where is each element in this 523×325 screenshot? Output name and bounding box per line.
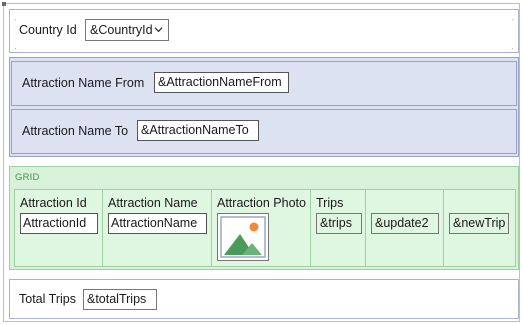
- grid-cell-attraction-id: Attraction Id AttractionId: [15, 190, 103, 266]
- corner-mark: ˏ: [14, 41, 17, 50]
- chevron-down-icon: [154, 27, 163, 33]
- resize-handle[interactable]: [2, 2, 6, 6]
- update-action[interactable]: &update2: [371, 213, 439, 234]
- corner-mark: ˎ: [14, 12, 17, 21]
- corner-mark: ˎ: [511, 41, 514, 50]
- attraction-photo-image[interactable]: [217, 213, 269, 261]
- grid-cell-new-trip: &newTrip: [444, 190, 517, 266]
- attraction-name-field[interactable]: AttractionName: [108, 213, 207, 234]
- grid-cell-attraction-photo: Attraction Photo: [212, 190, 311, 266]
- grid-cell-trips: Trips &trips: [311, 190, 366, 266]
- grid-cell-update: &update2: [366, 190, 444, 266]
- column-header: Attraction Id: [20, 196, 87, 210]
- image-placeholder-icon: [220, 216, 266, 258]
- total-section: Total Trips &totalTrips: [9, 279, 519, 319]
- column-header: Attraction Name: [108, 196, 198, 210]
- country-id-label: Country Id: [19, 23, 77, 37]
- country-id-value: &CountryId: [90, 23, 153, 37]
- attraction-name-from-field[interactable]: &AttractionNameFrom: [154, 72, 289, 93]
- grid-row: Attraction Id AttractionId Attraction Na…: [14, 189, 516, 267]
- total-trips-label: Total Trips: [19, 292, 76, 306]
- attraction-name-from-label: Attraction Name From: [22, 76, 145, 90]
- country-section: ˎ ˏ ˏ ˎ Country Id &CountryId: [9, 9, 519, 53]
- country-id-select[interactable]: &CountryId: [85, 19, 169, 41]
- grid-container: GRID Attraction Id AttractionId Attracti…: [9, 166, 519, 270]
- attraction-name-to-label: Attraction Name To: [22, 124, 129, 138]
- grid-title: GRID: [15, 172, 40, 183]
- attraction-id-field[interactable]: AttractionId: [20, 213, 98, 234]
- trips-field[interactable]: &trips: [316, 213, 362, 234]
- column-header: Trips: [316, 196, 344, 210]
- corner-mark: ˏ: [511, 12, 514, 21]
- filter-to-row: Attraction Name To &AttractionNameTo: [11, 109, 517, 154]
- total-trips-field[interactable]: &totalTrips: [83, 289, 157, 310]
- attraction-name-to-field[interactable]: &AttractionNameTo: [137, 120, 259, 141]
- new-trip-action[interactable]: &newTrip: [449, 213, 509, 234]
- filter-section: Attraction Name From &AttractionNameFrom…: [9, 57, 519, 157]
- grid-cell-attraction-name: Attraction Name AttractionName: [103, 190, 212, 266]
- filter-from-row: Attraction Name From &AttractionNameFrom: [11, 61, 517, 106]
- column-header: Attraction Photo: [217, 196, 306, 210]
